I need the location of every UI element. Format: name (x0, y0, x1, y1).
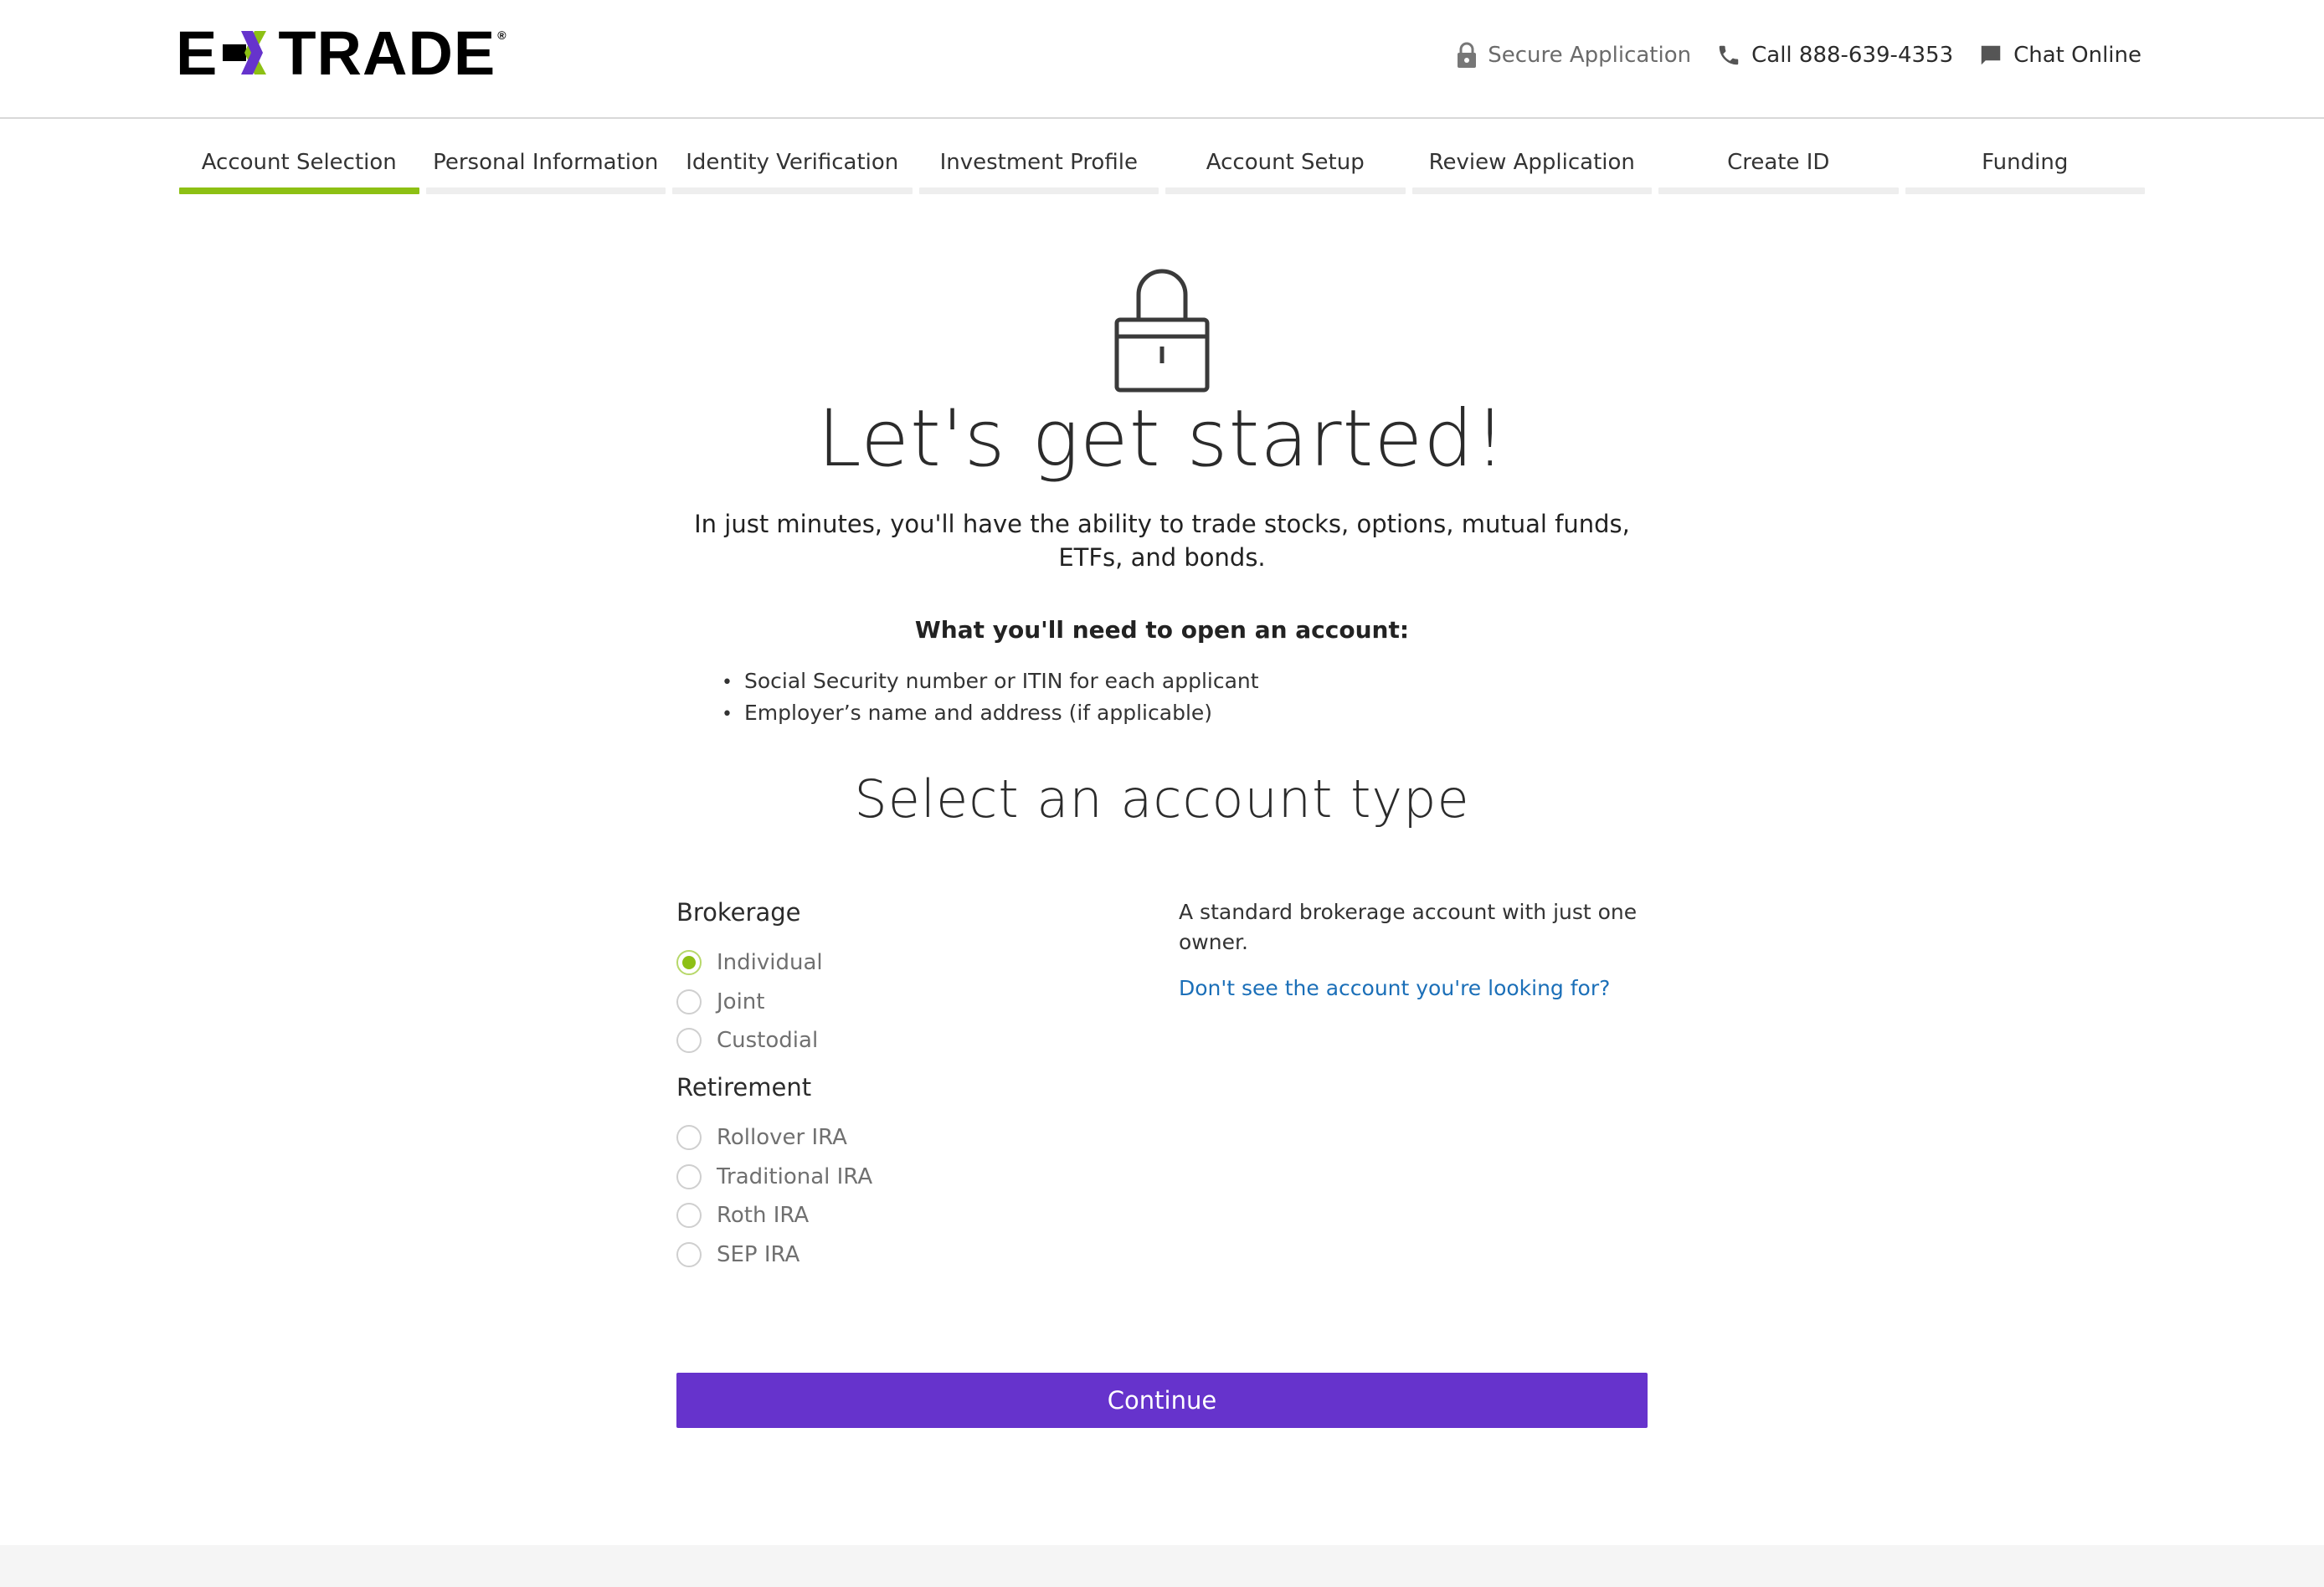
step-label: Funding (1982, 150, 2069, 175)
requirement-item: Employer’s name and address (if applicab… (722, 698, 1259, 730)
brokerage-group-title: Brokerage (676, 898, 801, 927)
radio-label: Traditional IRA (717, 1164, 873, 1189)
radio-option-individual[interactable]: Individual (676, 950, 823, 975)
requirements-list: Social Security number or ITIN for each … (722, 666, 1259, 730)
step-label: Account Setup (1206, 150, 1365, 175)
call-link[interactable]: Call 888-639-4353 (1716, 43, 1953, 68)
page-footer (0, 1545, 2324, 1587)
requirements-title: What you'll need to open an account: (914, 616, 1410, 644)
radio-option-custodial[interactable]: Custodial (676, 1028, 818, 1053)
step-progress-bar (672, 187, 913, 194)
chat-label: Chat Online (2013, 43, 2141, 68)
radio-label: SEP IRA (717, 1242, 800, 1267)
step-label: Personal Information (433, 150, 659, 175)
account-help-link[interactable]: Don't see the account you're looking for… (1179, 976, 1610, 1000)
step-progress-bar (1905, 187, 2145, 194)
step-progress-bar (1165, 187, 1406, 194)
intro-text: In just minutes, you'll have the ability… (694, 510, 1630, 572)
secure-application-label: Secure Application (1488, 43, 1692, 68)
retirement-group-title: Retirement (676, 1073, 812, 1102)
step-review-application[interactable]: Review Application (1411, 146, 1652, 194)
radio-option-roth-ira[interactable]: Roth IRA (676, 1203, 809, 1228)
radio-button[interactable] (676, 989, 702, 1014)
account-description: A standard brokerage account with just o… (1179, 900, 1638, 954)
radio-button-checked[interactable] (676, 950, 702, 975)
radio-button[interactable] (676, 1125, 702, 1150)
step-account-selection[interactable]: Account Selection (179, 146, 419, 194)
step-progress-bar (425, 187, 666, 194)
step-label: Review Application (1428, 150, 1635, 175)
radio-option-traditional-ira[interactable]: Traditional IRA (676, 1164, 872, 1189)
step-funding[interactable]: Funding (1905, 146, 2145, 194)
step-label: Account Selection (201, 150, 397, 175)
radio-option-rollover-ira[interactable]: Rollover IRA (676, 1125, 847, 1150)
logo-text-e: E (176, 18, 219, 88)
step-label: Identity Verification (686, 150, 899, 175)
step-progress-bar (1411, 187, 1652, 194)
step-label: Create ID (1727, 150, 1830, 175)
radio-button[interactable] (676, 1028, 702, 1053)
select-account-title: Select an account type (854, 768, 1470, 829)
progress-steps: Account Selection Personal Information I… (179, 146, 2145, 194)
padlock-icon (1114, 269, 1210, 393)
requirement-item: Social Security number or ITIN for each … (722, 666, 1259, 698)
radio-label: Roth IRA (717, 1203, 810, 1228)
secure-application: Secure Application (1456, 42, 1691, 69)
step-personal-information[interactable]: Personal Information (425, 146, 666, 194)
page-title: Let's get started! (817, 393, 1507, 485)
radio-label: Individual (717, 950, 823, 975)
radio-button[interactable] (676, 1164, 702, 1189)
radio-option-joint[interactable]: Joint (676, 989, 764, 1014)
registered-mark: ® (497, 28, 507, 42)
radio-label: Joint (717, 989, 765, 1014)
header-tools: Secure Application Call 888-639-4353 Cha… (1431, 42, 2141, 69)
continue-button[interactable]: Continue (676, 1373, 1648, 1428)
radio-label: Rollover IRA (717, 1125, 847, 1150)
step-progress-bar (918, 187, 1159, 194)
chat-icon (1981, 45, 2001, 65)
step-investment-profile[interactable]: Investment Profile (918, 146, 1159, 194)
radio-option-sep-ira[interactable]: SEP IRA (676, 1242, 800, 1267)
step-label: Investment Profile (939, 150, 1138, 175)
radio-label: Custodial (717, 1028, 819, 1053)
step-identity-verification[interactable]: Identity Verification (672, 146, 913, 194)
logo-text-trade: TRADE (278, 18, 496, 88)
step-progress-bar (1658, 187, 1899, 194)
site-header: E TRADE ® Secure Application Call 888-63… (0, 0, 2324, 119)
step-account-setup[interactable]: Account Setup (1165, 146, 1406, 194)
phone-icon (1719, 45, 1739, 65)
call-label: Call 888-639-4353 (1751, 43, 1954, 68)
step-progress-bar (179, 187, 419, 194)
chat-online-link[interactable]: Chat Online (1978, 43, 2141, 68)
lock-icon (1458, 42, 1477, 68)
step-create-id[interactable]: Create ID (1658, 146, 1899, 194)
etrade-logo[interactable]: E TRADE ® (176, 18, 507, 88)
logo-asterisk-icon (223, 31, 267, 74)
radio-button[interactable] (676, 1203, 702, 1228)
radio-button[interactable] (676, 1242, 702, 1267)
